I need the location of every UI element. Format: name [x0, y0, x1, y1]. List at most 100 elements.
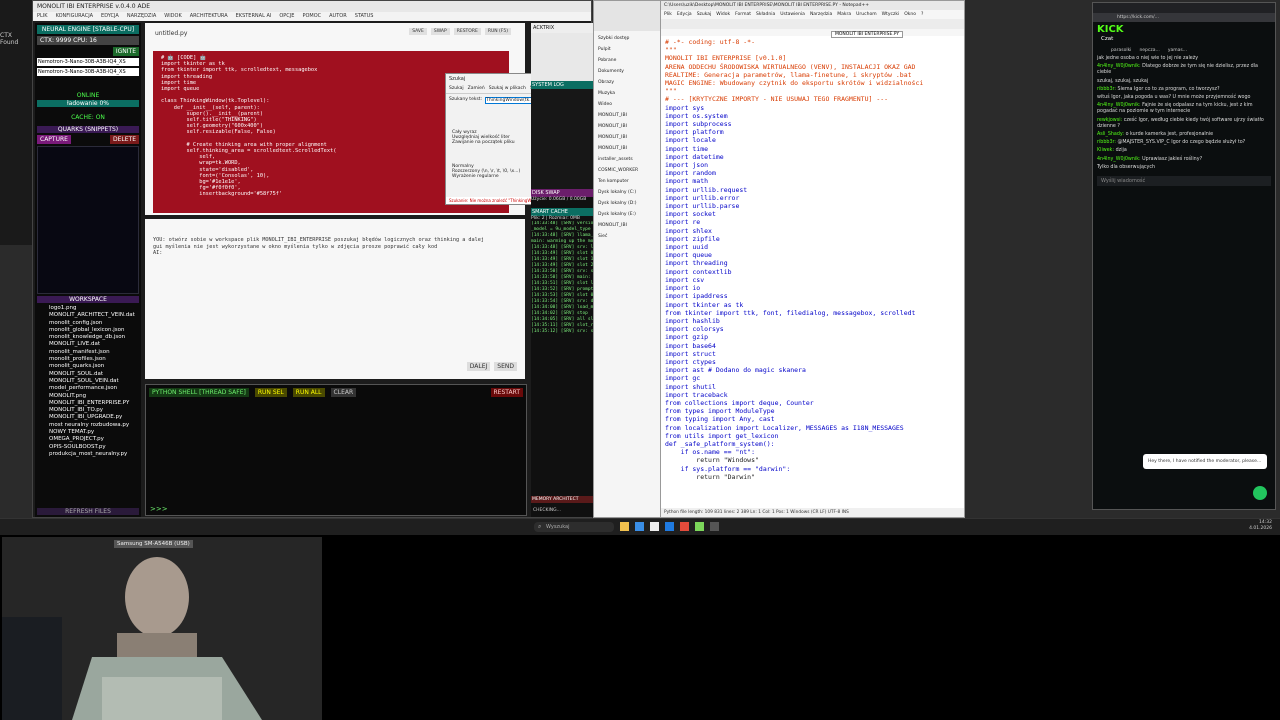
menu-item[interactable]: KONFIGURACJA — [56, 13, 93, 19]
explorer-item[interactable]: Sieć — [598, 231, 658, 242]
chat-username[interactable]: 4n4lny_W0j0wnik: — [1097, 103, 1141, 108]
notepadpp-menu-item[interactable]: Wtyczki — [882, 12, 900, 17]
send-button[interactable]: SEND — [494, 362, 517, 371]
explorer-item[interactable]: Muzyka — [598, 88, 658, 99]
prompt-area[interactable]: YOU: otwórz sobie w workspace plik MONOL… — [145, 219, 525, 379]
notepadpp-menu-item[interactable]: Ustawienia — [780, 12, 805, 17]
workspace-file[interactable]: logo1.png — [49, 305, 141, 312]
workspace-file[interactable]: MONOLIT_IBI_TO.py — [49, 407, 141, 414]
kick-logo[interactable]: KICK — [1097, 24, 1124, 35]
explorer-item[interactable]: COSMIC_WORKER — [598, 165, 658, 176]
model-select-2[interactable]: Nemotron-3-Nano-30B-A3B-IQ4_XS — [37, 68, 139, 76]
search-mode-radio[interactable]: Wyrażenie regularne — [452, 174, 520, 179]
notepadpp-tab[interactable]: MONOLIT IBI ENTERPRISE.PY — [831, 31, 904, 38]
pinned-user[interactable]: parasolki — [1111, 48, 1131, 53]
pinned-user[interactable]: yamas... — [1168, 48, 1187, 53]
workspace-file[interactable]: monolit_quarks.json — [49, 363, 141, 370]
workspace-file[interactable]: OMEGA_PROJECT.py — [49, 436, 141, 443]
workspace-file[interactable]: most neuralny rozbudowa.py — [49, 422, 141, 429]
pinned-user[interactable]: nepcza... — [1139, 48, 1159, 53]
editor-tab[interactable]: untitled.py — [155, 30, 187, 37]
menu-item[interactable]: EKSTERNAL AI — [236, 13, 272, 19]
notepadpp-menu-item[interactable]: Widok — [716, 12, 730, 17]
explorer-item[interactable]: Wideo — [598, 99, 658, 110]
delete-button[interactable]: DELETE — [109, 135, 139, 144]
chat-username[interactable]: ribbb3r: — [1097, 140, 1116, 145]
editor-button[interactable]: SAVE — [409, 28, 427, 35]
notepadpp-menu-item[interactable]: Plik — [664, 12, 672, 17]
explorer-item[interactable]: Dysk lokalny (C:) — [598, 187, 658, 198]
notepadpp-menu-item[interactable]: ? — [921, 12, 923, 17]
workspace-file[interactable]: monolit_knowledge_db.json — [49, 334, 141, 341]
explorer-item[interactable]: MONOLIT_IBI — [598, 143, 658, 154]
explorer-item[interactable]: Dysk lokalny (E:) — [598, 209, 658, 220]
search-option-checkbox[interactable]: Zawijanie na początek pliku — [452, 140, 515, 145]
workspace-file[interactable]: MONOLIT_ARCHITECT_VEIN.dat — [49, 312, 141, 319]
dalej-button[interactable]: DALEJ — [466, 362, 491, 371]
menu-item[interactable]: STATUS — [355, 13, 374, 19]
notepadpp-code[interactable]: # -*- coding: utf-8 -*- """ MONOLIT IBI EN… — [665, 38, 961, 498]
quarks-list[interactable] — [37, 146, 139, 294]
workspace-file[interactable]: monolit_config.json — [49, 320, 141, 327]
editor-button[interactable]: SWAP — [430, 28, 450, 35]
app-icon[interactable] — [665, 522, 674, 531]
editor-button[interactable]: RUN (F5) — [484, 28, 511, 35]
explorer-item[interactable]: MONOLIT_IBI — [598, 132, 658, 143]
notepadpp-menu-item[interactable]: Edycja — [677, 12, 692, 17]
explorer-item[interactable]: Ten komputer — [598, 176, 658, 187]
workspace-file[interactable]: MONOLIT_SOUL.dat — [49, 371, 141, 378]
notepadpp-menu-item[interactable]: Uruchom — [856, 12, 876, 17]
explorer-item[interactable]: MONOLIT_IBI — [598, 121, 658, 132]
menu-item[interactable]: EDYCJA — [101, 13, 119, 19]
chat-username[interactable]: 4n4lny_W0j0wnik: — [1097, 157, 1141, 162]
workspace-file[interactable]: monolit_global_lexicon.json — [49, 327, 141, 334]
run-all-button[interactable]: RUN ALL — [292, 388, 325, 397]
browser-url[interactable]: https://kick.com/... — [1093, 13, 1275, 22]
menu-item[interactable]: OPCJE — [279, 13, 294, 19]
taskbar-search[interactable]: Wyszukaj — [534, 522, 614, 532]
chat-username[interactable]: rewkjowsi: — [1097, 118, 1122, 123]
model-select[interactable]: Nemotron-3-Nano-30B-A3B-IQ4_XS — [37, 58, 139, 66]
editor-button[interactable]: RESTORE — [453, 28, 481, 35]
chat-input[interactable]: Wyślij wiadomość — [1097, 176, 1271, 187]
prompt-text[interactable]: YOU: otwórz sobie w workspace plik MONOL… — [145, 219, 525, 275]
notepadpp-menu-item[interactable]: Narzędzia — [810, 12, 832, 17]
workspace-file[interactable]: MONOLIT_SOUL_VEIN.dat — [49, 378, 141, 385]
chat-username[interactable]: Kliwek: — [1097, 148, 1114, 153]
workspace-file[interactable]: MONOLIT.png — [49, 393, 141, 400]
restart-button[interactable]: RESTART — [490, 388, 523, 397]
workspace-file[interactable]: produkcja_most_neuralny.py — [49, 451, 141, 458]
explorer-item[interactable]: Pobrane — [598, 55, 658, 66]
shell-prompt[interactable]: >>> — [150, 505, 168, 513]
chat-username[interactable]: Asli_Shady: — [1097, 132, 1124, 137]
notepadpp-menu-item[interactable]: Składnia — [756, 12, 775, 17]
explorer-item[interactable]: Szybki dostęp — [598, 33, 658, 44]
explorer-item[interactable]: Dysk lokalny (D:) — [598, 198, 658, 209]
chat-username[interactable]: 4n4lny_W0j0wnik: — [1097, 64, 1141, 69]
workspace-file[interactable]: NOWY TEMAT.py — [49, 429, 141, 436]
store-icon[interactable] — [650, 522, 659, 531]
explorer-item[interactable]: MONOLIT_IBI — [598, 110, 658, 121]
chrome-icon[interactable] — [680, 522, 689, 531]
workspace-file[interactable]: MONOLIT_IBI_UPGRADE.py — [49, 414, 141, 421]
explorer-tree[interactable]: Szybki dostęp Pulpit Pobrane Dokumenty Obraz… — [594, 31, 662, 244]
search-dialog-tab[interactable]: Szukaj — [449, 86, 464, 91]
workspace-file[interactable]: monolit_profiles.json — [49, 356, 141, 363]
explorer-item[interactable]: Pulpit — [598, 44, 658, 55]
folder-icon[interactable] — [620, 522, 629, 531]
refresh-files-button[interactable]: REFRESH FILES — [37, 508, 139, 515]
clear-button[interactable]: CLEAR — [330, 388, 357, 397]
notepadpp-menu-item[interactable]: Format — [735, 12, 751, 17]
explorer-item[interactable]: MONOLIT_IBI — [598, 220, 658, 231]
chat-fab-icon[interactable] — [1253, 486, 1267, 500]
menu-item[interactable]: POMOC — [302, 13, 321, 19]
ignite-button[interactable]: IGNITE — [112, 47, 139, 56]
menu-item[interactable]: WIDOK — [164, 13, 181, 19]
menu-item[interactable]: AUTOR — [329, 13, 347, 19]
run-sel-button[interactable]: RUN SEL — [254, 388, 287, 397]
menu-item[interactable]: NARZĘDZIA — [127, 13, 156, 19]
workspace-file[interactable]: monolit_manifest.json — [49, 349, 141, 356]
terminal-icon[interactable] — [710, 522, 719, 531]
workspace-file[interactable]: MONOLIT_IBI_ENTERPRISE.PY — [49, 400, 141, 407]
explorer-item[interactable]: Dokumenty — [598, 66, 658, 77]
